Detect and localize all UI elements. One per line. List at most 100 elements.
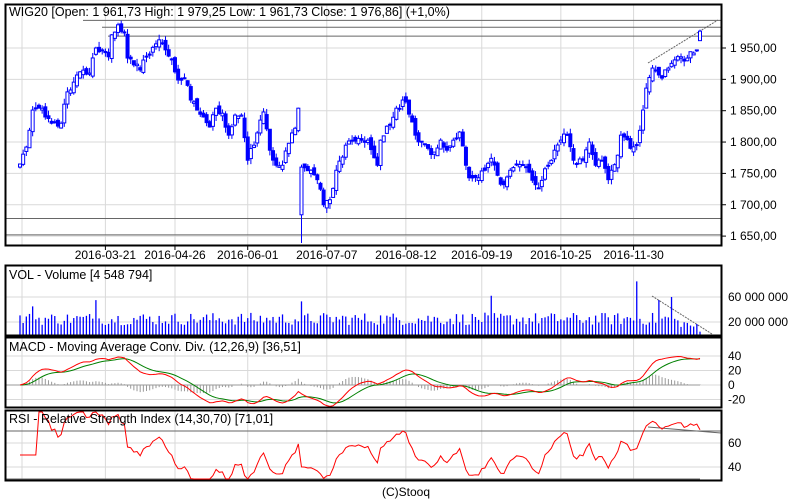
candle-down [628, 138, 633, 149]
candle-down [470, 175, 475, 179]
candle-up [87, 72, 92, 75]
candle-up [694, 49, 699, 52]
date-x-tick-label: 2016-09-19 [451, 248, 513, 262]
candle-up [100, 49, 105, 52]
candle-up [669, 62, 674, 68]
volume-y-tick-label: 60 000 000 [728, 290, 788, 304]
candle-down [119, 23, 124, 32]
candle-down [580, 158, 585, 161]
candle-down [185, 80, 190, 86]
candle-down [188, 86, 193, 101]
candle-up [350, 139, 355, 142]
candle-down [122, 31, 127, 34]
candle-down [463, 146, 468, 166]
rsi-trendline [647, 426, 722, 434]
candle-up [141, 59, 146, 73]
candle-down [388, 123, 393, 126]
candle-down [473, 174, 478, 178]
candle-up [59, 122, 64, 129]
volume-trendline [651, 295, 713, 335]
candle-down [315, 174, 320, 181]
candle-down [49, 120, 54, 124]
price-panel-title: WIG20 [Open: 1 961,73 High: 1 979,25 Low… [9, 5, 450, 19]
candle-up [24, 146, 29, 152]
price-y-tick-label: 1 900,00 [730, 72, 777, 86]
candle-down [660, 75, 665, 79]
candle-down [84, 68, 89, 75]
candle-down [179, 77, 184, 81]
candle-up [688, 51, 693, 59]
candle-up [154, 43, 158, 48]
candle-up [337, 160, 342, 172]
candle-down [426, 144, 430, 149]
candle-down [226, 125, 231, 136]
candle-up [308, 169, 313, 174]
date-x-tick-label: 2016-06-01 [217, 248, 279, 262]
date-x-tick-label: 2016-07-07 [296, 248, 358, 262]
candle-up [378, 139, 383, 166]
candle-down [36, 104, 41, 109]
candle-up [233, 114, 238, 126]
macd-y-tick-label: 20 [728, 364, 742, 378]
candle-up [286, 142, 291, 155]
candle-down [419, 140, 424, 143]
candle-up [327, 199, 332, 205]
panel-frames [4, 3, 723, 482]
candle-up [546, 164, 551, 167]
candle-down [305, 165, 310, 172]
candle-up [293, 127, 298, 136]
candle-up [144, 55, 149, 58]
candle-up [62, 103, 67, 124]
candle-down [495, 162, 500, 176]
candle-down [413, 118, 418, 136]
macd-panel-title: MACD - Moving Average Conv. Div. (12,26,… [9, 340, 301, 354]
candle-down [271, 150, 276, 161]
candle-down [482, 167, 487, 171]
candle-up [93, 47, 98, 55]
candle-up [558, 139, 563, 143]
candle-up [435, 147, 440, 157]
candle-up [552, 149, 557, 160]
candle-up [220, 112, 225, 117]
candle-down [103, 50, 108, 54]
candle-up [517, 164, 522, 168]
candle-down [407, 99, 412, 115]
candle-up [324, 199, 329, 209]
candle-up [650, 67, 655, 82]
candle-down [603, 156, 608, 169]
price-y-tick-label: 1 700,00 [730, 198, 777, 212]
candle-up [438, 139, 443, 150]
candle-up [685, 57, 690, 62]
candle-up [609, 169, 614, 180]
stock-chart: 1 950,00 1 900,00 1 850,00 1 800,00 1 750,00… [4, 3, 788, 499]
candle-down [492, 161, 497, 166]
macd-y-tick-label: -20 [728, 393, 746, 407]
candle-up [81, 69, 86, 76]
candle-down [372, 145, 377, 159]
candle-up [65, 91, 70, 105]
candle-down [359, 138, 364, 141]
candle-up [90, 57, 95, 77]
candle-down [565, 133, 570, 136]
candle-up [476, 177, 481, 181]
candle-up [679, 56, 684, 59]
candle-down [571, 148, 576, 161]
candle-up [489, 157, 494, 163]
candle-down [55, 119, 60, 127]
candle-down [106, 51, 111, 58]
price-y-tick-label: 1 950,00 [730, 41, 777, 55]
candle-up [239, 114, 244, 117]
volume-y-tick-label: 20 000 000 [728, 315, 788, 329]
candle-down [353, 136, 358, 142]
candle-up [653, 69, 658, 72]
candle-up [698, 30, 702, 42]
candle-up [451, 139, 456, 147]
candle-up [549, 159, 554, 165]
candle-down [321, 189, 326, 206]
candle-down [375, 156, 380, 166]
candle-up [543, 168, 548, 180]
candle-up [229, 126, 234, 136]
candle-up [508, 169, 513, 177]
candle-down [606, 166, 611, 181]
candle-down [204, 114, 209, 124]
